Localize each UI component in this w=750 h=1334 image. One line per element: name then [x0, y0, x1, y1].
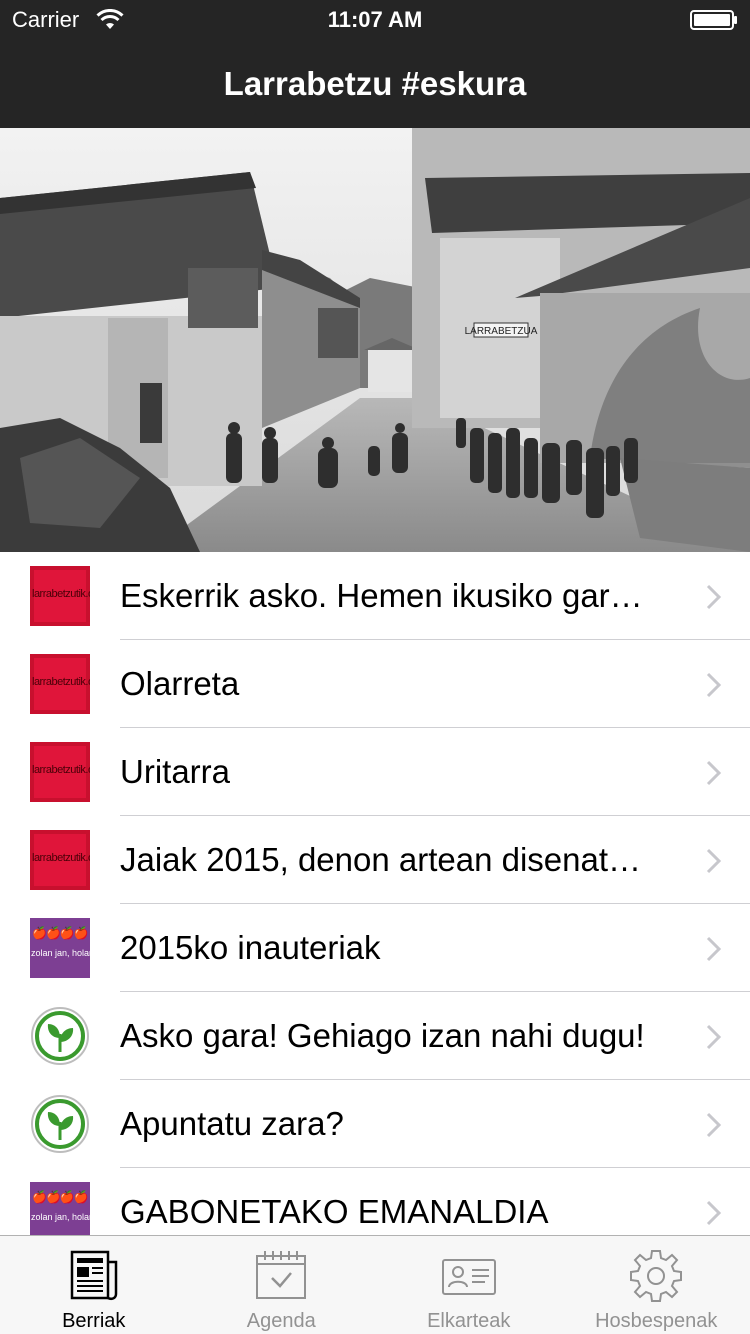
news-row[interactable]: 🍎🍎🍎🍎 zolan jan, holan izan 2015ko inaute…: [0, 904, 750, 992]
chevron-right-icon: [706, 1112, 722, 1138]
news-title: 2015ko inauteriak: [120, 929, 381, 966]
sprout-logo-thumbnail: [30, 1094, 90, 1154]
chevron-right-icon: [706, 1024, 722, 1050]
page-title: Larrabetzu #eskura: [223, 65, 527, 102]
chevron-right-icon: [706, 848, 722, 874]
news-row[interactable]: larrabetzutik.org Eskerrik asko. Hemen i…: [0, 552, 750, 640]
news-row[interactable]: 🍎🍎🍎🍎 zolan jan, holan izan GABONETAKO EM…: [0, 1168, 750, 1235]
tab-berriak[interactable]: Berriak: [0, 1236, 188, 1334]
tab-label: Agenda: [246, 1310, 316, 1332]
chevron-right-icon: [706, 672, 722, 698]
status-bar: Carrier 11:07 AM: [0, 0, 750, 40]
news-row[interactable]: larrabetzutik.org Olarreta: [0, 640, 750, 728]
larrabetzutik-logo-thumbnail: larrabetzutik.org: [30, 830, 90, 890]
news-title: GABONETAKO EMANALDIA: [120, 1193, 549, 1230]
zolan-jan-logo-thumbnail: 🍎🍎🍎🍎 zolan jan, holan izan: [30, 1182, 90, 1235]
gear-icon: [630, 1250, 683, 1302]
newspaper-icon: [70, 1250, 117, 1301]
navigation-bar: Larrabetzu #eskura: [0, 40, 750, 128]
news-list: larrabetzutik.org Eskerrik asko. Hemen i…: [0, 552, 750, 1235]
tab-label: Elkarteak: [427, 1310, 511, 1332]
hero-photo: LARRABETZUA: [0, 128, 750, 552]
news-row[interactable]: larrabetzutik.org Uritarra: [0, 728, 750, 816]
larrabetzutik-logo-thumbnail: larrabetzutik.org: [30, 742, 90, 802]
chevron-right-icon: [706, 584, 722, 610]
sprout-icon: [31, 1007, 89, 1065]
sprout-logo-thumbnail: [30, 1006, 90, 1066]
news-row[interactable]: Apuntatu zara?: [0, 1080, 750, 1168]
hero-sign-text: LARRABETZUA: [465, 326, 538, 337]
tab-elkarteak[interactable]: Elkarteak: [375, 1236, 563, 1334]
tab-label: Berriak: [62, 1310, 126, 1332]
news-title: Eskerrik asko. Hemen ikusiko gar…: [120, 577, 643, 614]
zolan-jan-logo-thumbnail: 🍎🍎🍎🍎 zolan jan, holan izan: [30, 918, 90, 978]
status-time: 11:07 AM: [327, 7, 423, 32]
news-title: Asko gara! Gehiago izan nahi dugu!: [120, 1017, 645, 1054]
news-title: Apuntatu zara?: [120, 1105, 344, 1142]
news-title: Uritarra: [120, 753, 231, 790]
sprout-icon: [31, 1095, 89, 1153]
tab-label: Hosbespenak: [595, 1310, 718, 1332]
chevron-right-icon: [706, 936, 722, 962]
larrabetzutik-logo-thumbnail: larrabetzutik.org: [30, 566, 90, 626]
larrabetzutik-logo-thumbnail: larrabetzutik.org: [30, 654, 90, 714]
contact-card-icon: [441, 1259, 496, 1295]
village-street-image: LARRABETZUA: [0, 128, 750, 552]
tab-hosbespenak[interactable]: Hosbespenak: [563, 1236, 750, 1334]
tab-agenda[interactable]: Agenda: [188, 1236, 376, 1334]
news-row[interactable]: Asko gara! Gehiago izan nahi dugu!: [0, 992, 750, 1080]
chevron-right-icon: [706, 1200, 722, 1226]
calendar-icon: [256, 1251, 307, 1299]
news-row[interactable]: larrabetzutik.org Jaiak 2015, denon arte…: [0, 816, 750, 904]
news-title: Jaiak 2015, denon artean disenat…: [120, 841, 642, 878]
news-title: Olarreta: [120, 665, 240, 702]
battery-icon: [690, 10, 737, 30]
tab-bar: Berriak Agenda Elkarteak Hosbespenak: [0, 1235, 750, 1334]
chevron-right-icon: [706, 760, 722, 786]
